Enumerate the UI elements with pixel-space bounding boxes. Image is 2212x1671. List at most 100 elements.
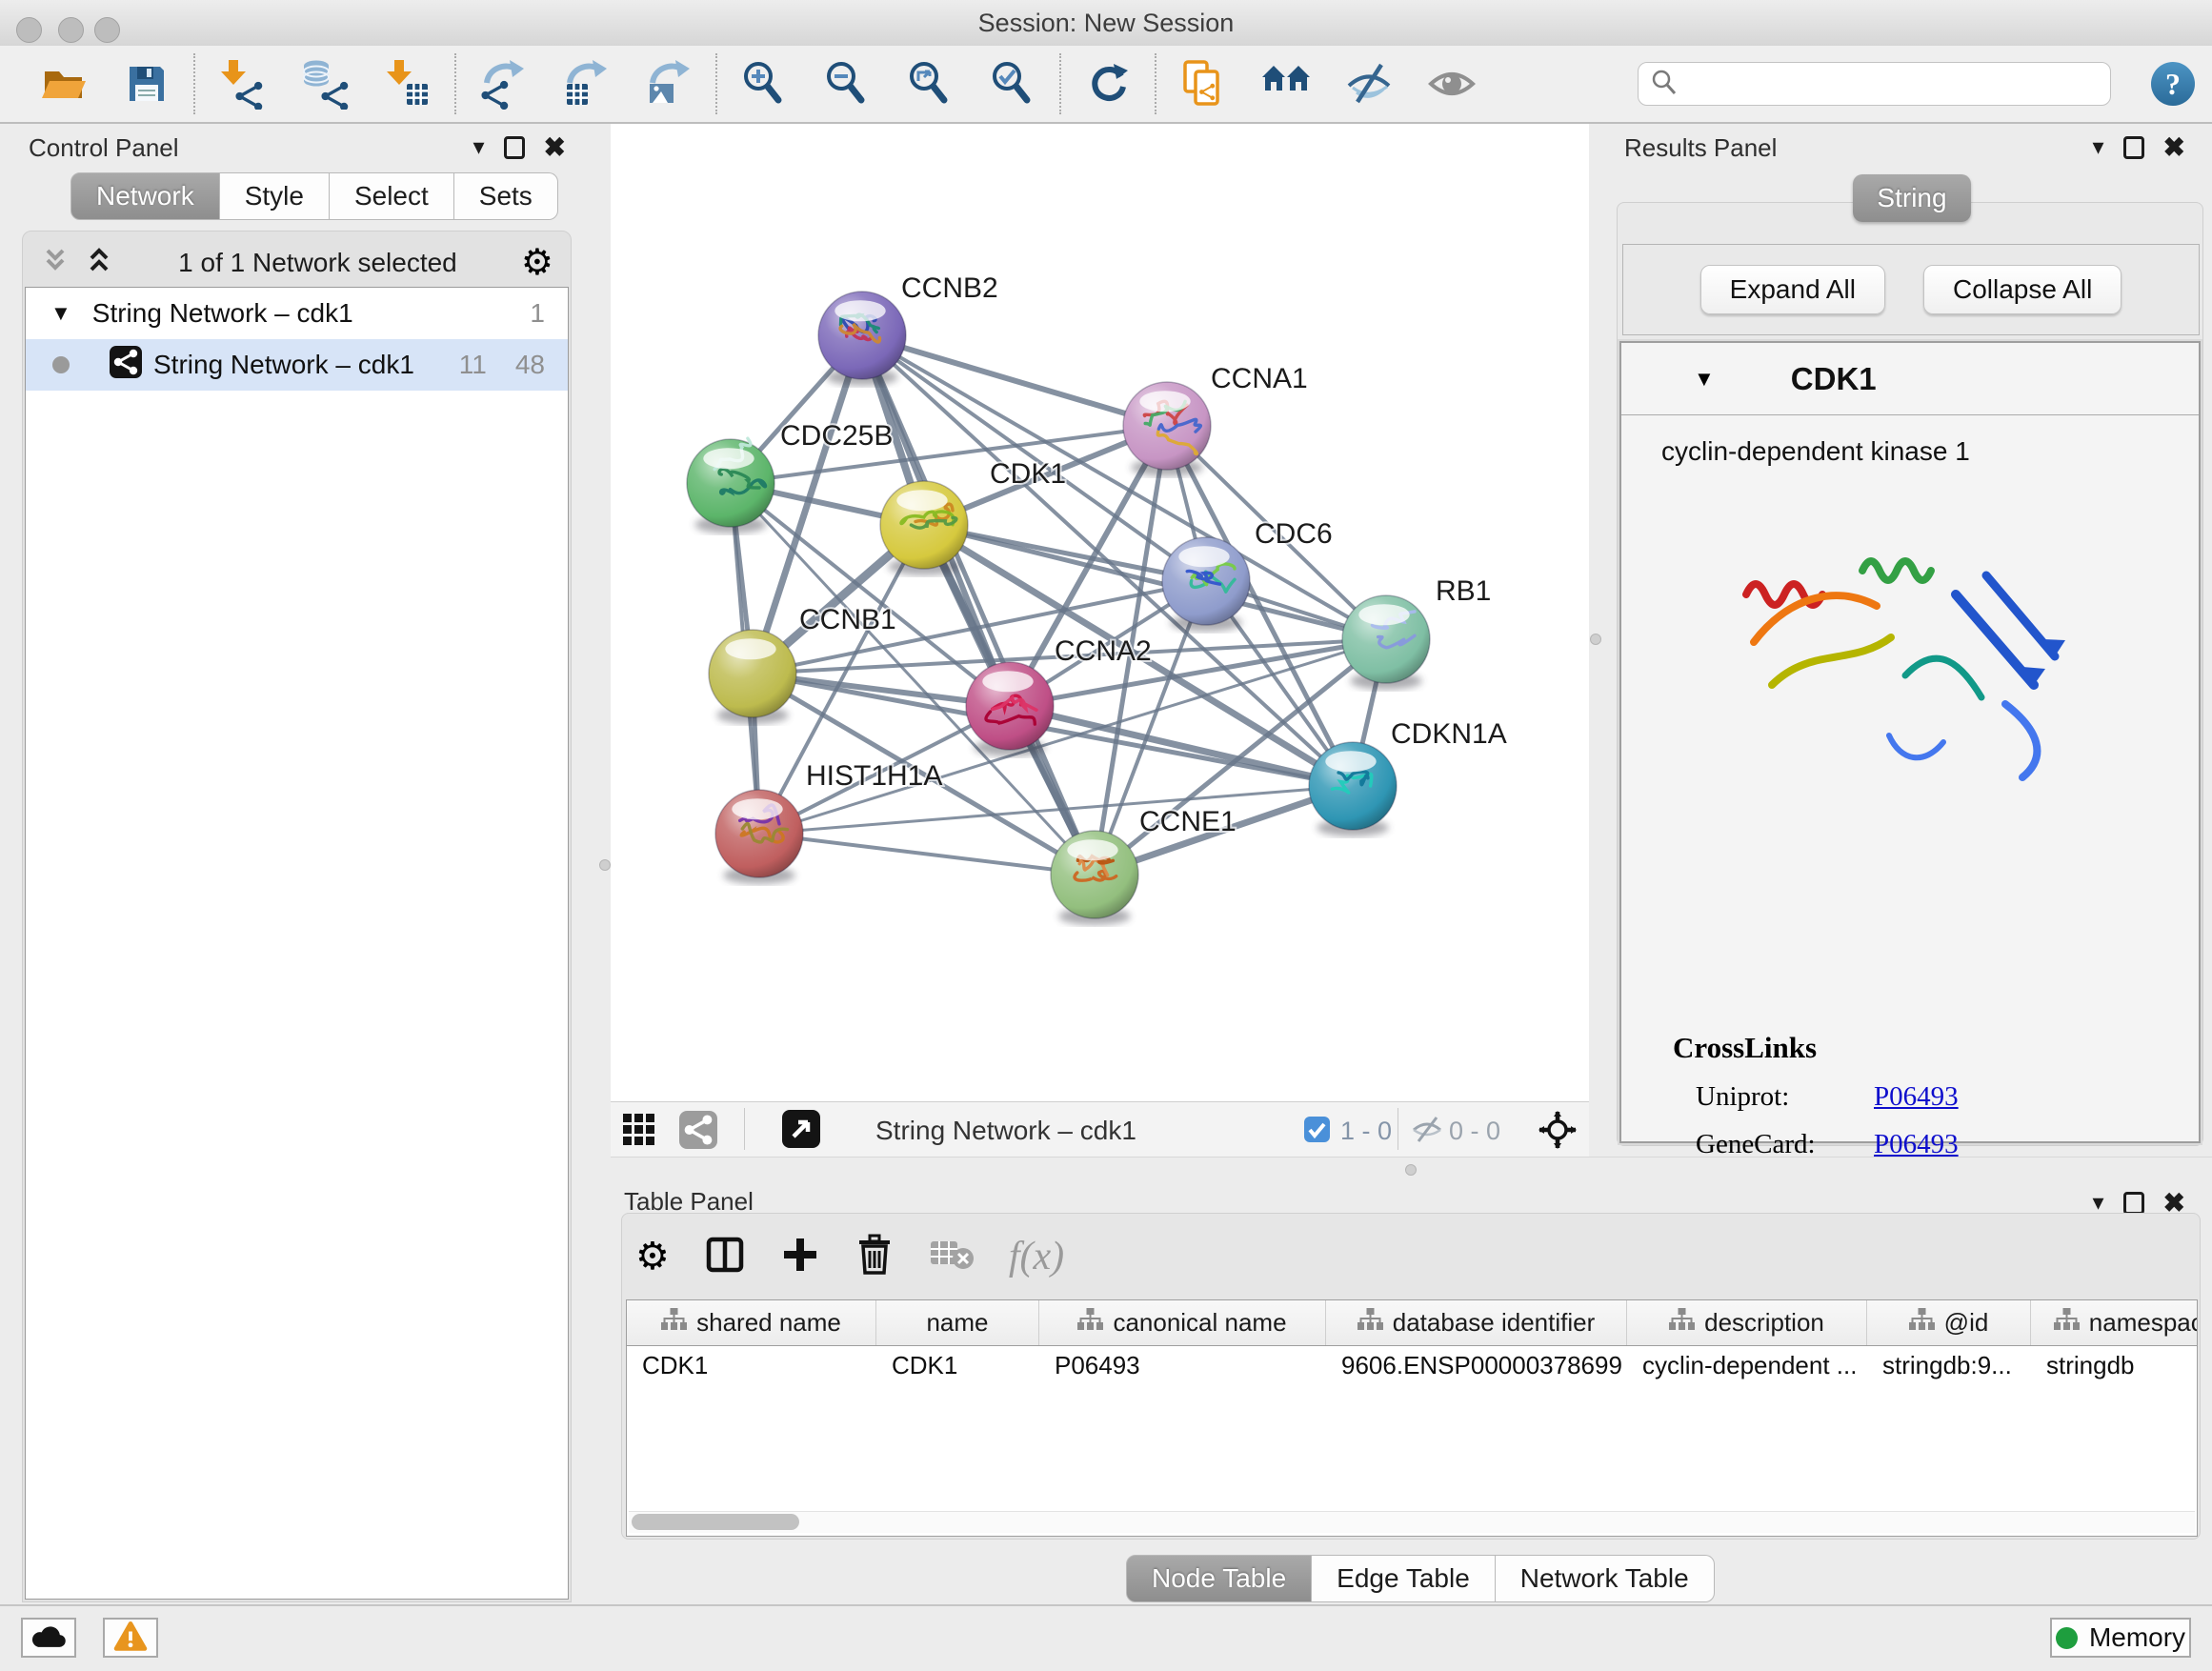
network-node-CDK1[interactable] [880, 481, 968, 569]
table-options-gear-icon[interactable]: ⚙ [635, 1238, 670, 1276]
column-header-@id[interactable]: @id [1867, 1300, 2031, 1345]
network-row-selected[interactable]: String Network – cdk1 11 48 [26, 339, 568, 391]
maximize-panel-icon[interactable] [2123, 1192, 2144, 1215]
first-neighbors-icon[interactable] [1260, 58, 1312, 110]
fit-selected-crosshair-icon[interactable] [1538, 1111, 1577, 1154]
splitter-handle[interactable] [1405, 1164, 1417, 1176]
protein-section: ▼ CDK1 cyclin-dependent kinase 1 CrossLi… [1619, 341, 2201, 1143]
show-all-icon[interactable] [1426, 58, 1478, 110]
column-header-description[interactable]: description [1627, 1300, 1867, 1345]
tab-network-table[interactable]: Network Table [1496, 1555, 1715, 1602]
network-node-CCNB1[interactable] [709, 630, 796, 717]
copy-network-icon[interactable] [1177, 58, 1229, 110]
refresh-icon[interactable] [1082, 58, 1134, 110]
table-cell[interactable]: CDK1 [876, 1351, 1039, 1380]
string-view-icon[interactable] [679, 1111, 717, 1154]
tab-style[interactable]: Style [220, 172, 330, 220]
network-collection-row[interactable]: ▼ String Network – cdk1 1 [26, 288, 568, 339]
network-node-CCNE1[interactable] [1051, 831, 1138, 918]
tab-string[interactable]: String [1853, 174, 1971, 222]
section-expander-icon[interactable]: ▼ [1694, 367, 1715, 392]
memory-button[interactable]: Memory [2050, 1618, 2191, 1658]
float-panel-icon[interactable]: ▾ [2092, 133, 2103, 161]
open-in-window-icon[interactable] [782, 1110, 820, 1153]
export-image-icon[interactable] [643, 58, 694, 110]
export-network-icon[interactable] [477, 58, 529, 110]
network-node-RB1[interactable] [1342, 595, 1430, 683]
crosslink-link[interactable]: P06493 [1874, 1129, 1959, 1160]
tab-network[interactable]: Network [70, 172, 220, 220]
table-cell[interactable]: 9606.ENSP00000378699 [1326, 1351, 1627, 1380]
add-column-icon[interactable] [780, 1235, 820, 1279]
network-edge[interactable] [862, 335, 1167, 426]
right-splitter[interactable] [1589, 124, 1601, 1157]
protein-section-header[interactable]: ▼ CDK1 [1621, 343, 2199, 415]
column-header-name[interactable]: name [876, 1300, 1039, 1345]
zoom-in-icon[interactable] [738, 58, 790, 110]
horizontal-scrollbar[interactable] [629, 1511, 2195, 1533]
left-splitter[interactable] [598, 124, 611, 1604]
collapse-all-networks-icon[interactable] [84, 245, 114, 282]
column-header-namespace[interactable]: namespace [2031, 1300, 2198, 1345]
tab-node-table[interactable]: Node Table [1126, 1555, 1312, 1602]
network-node-CDC25B[interactable] [687, 438, 774, 527]
table-cell[interactable]: stringdb:9... [1867, 1351, 2031, 1380]
splitter-handle[interactable] [599, 859, 611, 871]
close-panel-icon[interactable]: ✖ [544, 131, 566, 163]
expand-all-button[interactable]: Expand All [1700, 265, 1885, 314]
tab-sets[interactable]: Sets [454, 172, 558, 220]
network-node-HIST1H1A[interactable] [715, 790, 803, 877]
birdseye-grid-icon[interactable] [622, 1113, 656, 1152]
table-cell[interactable]: P06493 [1039, 1351, 1326, 1380]
search-box[interactable] [1638, 62, 2111, 106]
import-table-icon[interactable] [382, 58, 433, 110]
hide-selected-icon[interactable] [1343, 58, 1395, 110]
network-options-gear-icon[interactable]: ⚙ [521, 245, 553, 281]
network-node-CCNA1[interactable] [1123, 382, 1211, 470]
network-edge[interactable] [1010, 706, 1353, 786]
table-row[interactable]: CDK1CDK1P064939606.ENSP00000378699cyclin… [627, 1346, 2197, 1384]
tab-select[interactable]: Select [330, 172, 454, 220]
cloud-status-button[interactable] [21, 1618, 76, 1658]
show-columns-icon[interactable] [704, 1234, 746, 1280]
column-header-database-identifier[interactable]: database identifier [1326, 1300, 1627, 1345]
search-input[interactable] [1679, 64, 2110, 104]
selected-checkbox-icon[interactable] [1304, 1117, 1330, 1147]
maximize-panel-icon[interactable] [504, 136, 525, 159]
float-panel-icon[interactable]: ▾ [473, 133, 484, 161]
network-canvas[interactable]: CCNB2CCNA1CDC25BCDK1CDC6RB1CCNB1CCNA2CDK… [611, 124, 1589, 1101]
zoom-out-icon[interactable] [821, 58, 873, 110]
table-cell[interactable]: stringdb [2031, 1351, 2198, 1380]
zoom-fit-icon[interactable] [904, 58, 955, 110]
column-header-shared-name[interactable]: shared name [627, 1300, 876, 1345]
crosslink-link[interactable]: P06493 [1874, 1081, 1959, 1113]
table-cell[interactable]: cyclin-dependent ... [1627, 1351, 1867, 1380]
network-node-CCNA2[interactable] [966, 662, 1054, 750]
maximize-panel-icon[interactable] [2123, 136, 2144, 159]
splitter-handle[interactable] [1590, 634, 1601, 645]
collapse-all-button[interactable]: Collapse All [1923, 265, 2122, 314]
delete-table-icon[interactable] [929, 1238, 975, 1277]
open-session-icon[interactable] [38, 58, 90, 110]
scrollbar-thumb[interactable] [632, 1514, 799, 1530]
import-network-database-icon[interactable] [299, 58, 351, 110]
save-session-icon[interactable] [121, 58, 172, 110]
expand-all-networks-icon[interactable] [40, 245, 70, 282]
network-edge[interactable] [759, 834, 1095, 875]
export-table-icon[interactable] [560, 58, 612, 110]
column-header-canonical-name[interactable]: canonical name [1039, 1300, 1326, 1345]
import-network-icon[interactable] [216, 58, 268, 110]
help-button[interactable]: ? [2151, 62, 2195, 106]
hidden-eye-icon[interactable] [1411, 1115, 1443, 1150]
network-node-CDC6[interactable] [1162, 537, 1250, 625]
network-node-CDKN1A[interactable] [1309, 742, 1397, 830]
warnings-button[interactable] [103, 1618, 158, 1658]
zoom-selected-icon[interactable] [987, 58, 1038, 110]
function-builder-icon[interactable]: f(x) [1009, 1234, 1064, 1279]
collection-expander-icon[interactable]: ▼ [50, 301, 71, 326]
network-node-CCNB2[interactable] [818, 292, 906, 379]
close-panel-icon[interactable]: ✖ [2163, 131, 2185, 163]
tab-edge-table[interactable]: Edge Table [1312, 1555, 1496, 1602]
delete-column-trash-icon[interactable] [855, 1234, 895, 1280]
table-cell[interactable]: CDK1 [627, 1351, 876, 1380]
